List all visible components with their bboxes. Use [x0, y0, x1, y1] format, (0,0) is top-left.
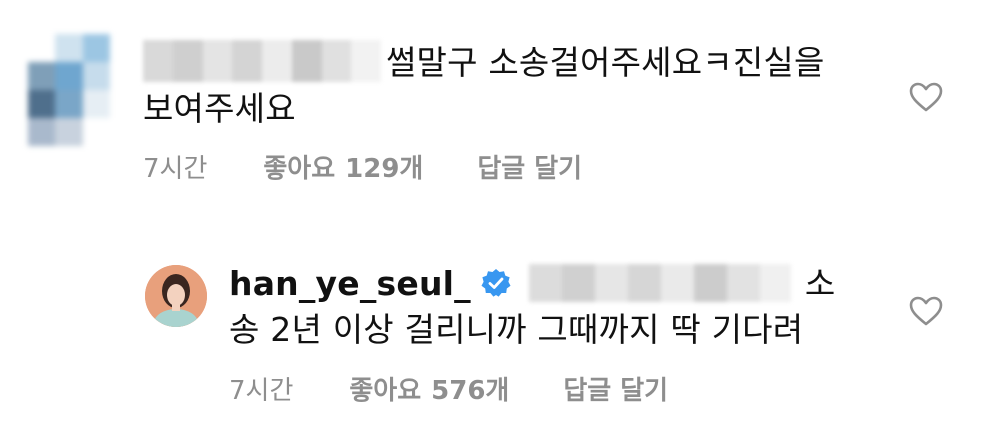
comment-time: 7시간	[229, 376, 294, 406]
username-censored[interactable]	[143, 40, 381, 82]
comment-text-line: 보여주세요	[143, 89, 296, 128]
comment-time: 7시간	[143, 154, 208, 184]
reply-button[interactable]: 답글 달기	[477, 148, 582, 185]
likes-label: 좋아요	[263, 154, 336, 184]
reply-button[interactable]: 답글 달기	[563, 370, 668, 407]
likes-number: 576개	[431, 376, 510, 406]
verified-badge-icon	[481, 268, 511, 297]
heart-outline-icon[interactable]	[908, 81, 944, 113]
comments-list: 썰말구 소송걸어주세요ㅋ진실을 보여주세요 7시간 좋아요 129개 답글 달기 …	[0, 0, 1000, 445]
avatar-censored[interactable]	[28, 34, 110, 146]
comment-meta: 7시간 좋아요 129개 답글 달기	[143, 148, 582, 185]
comment-text-line: 송 2년 이상 걸리니까 그때까지 딱 기다려	[229, 310, 804, 349]
likes-label: 좋아요	[349, 376, 422, 406]
likes-count-button[interactable]: 좋아요 129개	[263, 148, 423, 185]
likes-count-button[interactable]: 좋아요 576개	[349, 370, 509, 407]
comment-text-tail: 소	[804, 264, 836, 303]
comment-first-line: han_ye_seul_ 소	[229, 261, 835, 307]
comment-text-line: 썰말구 소송걸어주세요ㅋ진실을	[386, 43, 825, 82]
heart-outline-icon[interactable]	[908, 295, 944, 327]
likes-number: 129개	[345, 154, 424, 184]
comment-item: han_ye_seul_ 소 송 2년 이상 걸리니까 그때까지 딱 기다려 7시…	[0, 215, 1000, 445]
comment-meta: 7시간 좋아요 576개 답글 달기	[229, 370, 668, 407]
mention-censored[interactable]	[528, 263, 791, 302]
username-link[interactable]: han_ye_seul_	[229, 264, 471, 303]
avatar-image	[145, 265, 207, 327]
comment-item: 썰말구 소송걸어주세요ㅋ진실을 보여주세요 7시간 좋아요 129개 답글 달기	[0, 0, 1000, 215]
avatar[interactable]	[145, 265, 207, 327]
